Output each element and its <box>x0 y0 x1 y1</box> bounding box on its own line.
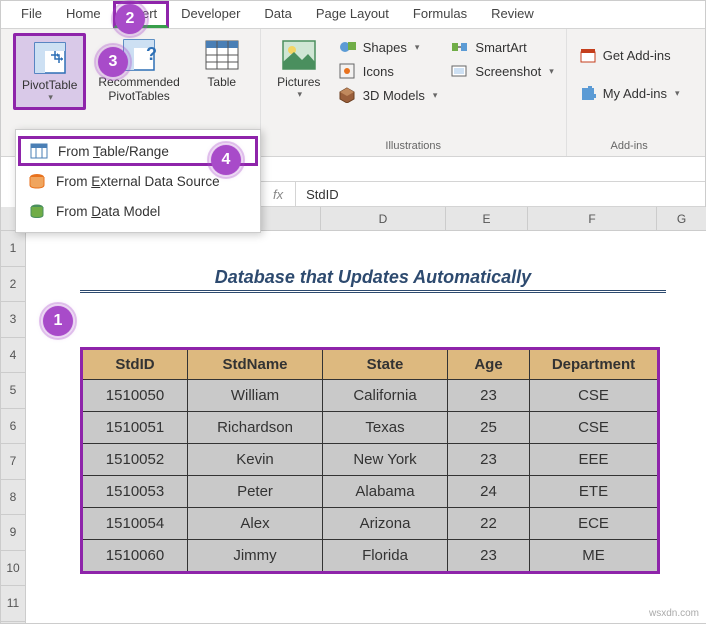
sheet-title: Database that Updates Automatically <box>80 267 666 293</box>
pivot-table-icon <box>32 40 68 76</box>
table-row: 1510051RichardsonTexas25CSE <box>82 412 659 444</box>
svg-text:?: ? <box>146 44 156 64</box>
smartart-icon <box>451 39 469 55</box>
icons-icon <box>339 63 357 79</box>
row-header[interactable]: 10 <box>1 551 25 587</box>
callout-3: 3 <box>98 47 128 77</box>
addins-icon <box>579 85 597 101</box>
formula-bar: fx StdID <box>261 181 705 207</box>
row-header[interactable]: 2 <box>1 267 25 303</box>
tab-formulas[interactable]: Formulas <box>401 1 479 28</box>
tab-home[interactable]: Home <box>54 1 113 28</box>
table-row: 1510053PeterAlabama24ETE <box>82 476 659 508</box>
icons-button[interactable]: Icons <box>335 61 442 81</box>
table-label: Table <box>207 75 236 89</box>
data-table[interactable]: StdID StdName State Age Department 15100… <box>80 347 660 574</box>
screenshot-button[interactable]: Screenshot▾ <box>447 61 557 81</box>
table-row: 1510060JimmyFlorida23ME <box>82 540 659 573</box>
row-header[interactable]: 9 <box>1 515 25 551</box>
col-header[interactable]: D <box>321 207 446 230</box>
data-model-icon <box>28 202 46 220</box>
tab-file[interactable]: File <box>9 1 54 28</box>
my-addins-button[interactable]: My Add-ins▾ <box>575 83 684 103</box>
row-header[interactable]: 5 <box>1 373 25 409</box>
callout-2: 2 <box>115 4 145 34</box>
row-header[interactable]: 6 <box>1 409 25 445</box>
table-range-icon <box>30 142 48 160</box>
table-row: 1510050WilliamCalifornia23CSE <box>82 380 659 412</box>
table-icon <box>204 37 240 73</box>
screenshot-icon <box>451 63 469 79</box>
row-header[interactable]: 3 <box>1 302 25 338</box>
table-button[interactable]: Table <box>192 33 252 93</box>
store-icon <box>579 47 597 63</box>
tab-page-layout[interactable]: Page Layout <box>304 1 401 28</box>
col-header[interactable]: G <box>657 207 706 230</box>
pivot-table-label: PivotTable <box>22 78 77 92</box>
row-header[interactable]: 1 <box>1 231 25 267</box>
addins-group-label: Add-ins <box>575 138 684 152</box>
callout-1: 1 <box>43 306 73 336</box>
get-addins-button[interactable]: Get Add-ins <box>575 45 684 65</box>
cube-icon <box>339 87 357 103</box>
table-row: 1510052KevinNew York23EEE <box>82 444 659 476</box>
row-header[interactable]: 7 <box>1 444 25 480</box>
chevron-down-icon: ▾ <box>48 92 53 103</box>
shapes-button[interactable]: Shapes▾ <box>335 37 442 57</box>
illustrations-group-label: Illustrations <box>269 138 558 152</box>
row-header[interactable]: 8 <box>1 480 25 516</box>
col-header[interactable]: E <box>446 207 528 230</box>
pictures-button[interactable]: Pictures ▾ <box>269 33 329 104</box>
table-header-row: StdID StdName State Age Department <box>82 349 659 380</box>
row-header[interactable]: 11 <box>1 586 25 622</box>
tab-developer[interactable]: Developer <box>169 1 252 28</box>
smartart-button[interactable]: SmartArt <box>447 37 557 57</box>
callout-4: 4 <box>211 145 241 175</box>
spreadsheet-grid: 1 2 3 4 5 6 7 8 9 10 11 B C D E F G Data… <box>1 207 705 623</box>
external-data-icon <box>28 172 46 190</box>
pictures-icon <box>281 37 317 73</box>
3d-models-button[interactable]: 3D Models▾ <box>335 85 442 105</box>
from-data-model-item[interactable]: From Data Model <box>16 196 260 226</box>
row-header[interactable]: 4 <box>1 338 25 374</box>
tab-data[interactable]: Data <box>252 1 303 28</box>
watermark: wsxdn.com <box>649 608 699 619</box>
col-header[interactable]: F <box>528 207 657 230</box>
tab-review[interactable]: Review <box>479 1 546 28</box>
shapes-icon <box>339 39 357 55</box>
pictures-label: Pictures <box>277 75 320 89</box>
formula-input[interactable]: StdID <box>296 187 705 202</box>
fx-label[interactable]: fx <box>261 182 296 206</box>
pivot-table-button[interactable]: PivotTable ▾ <box>13 33 86 110</box>
chevron-down-icon: ▾ <box>297 89 302 100</box>
table-row: 1510054AlexArizona22ECE <box>82 508 659 540</box>
ribbon-tabs: File Home Insert Developer Data Page Lay… <box>1 1 705 29</box>
